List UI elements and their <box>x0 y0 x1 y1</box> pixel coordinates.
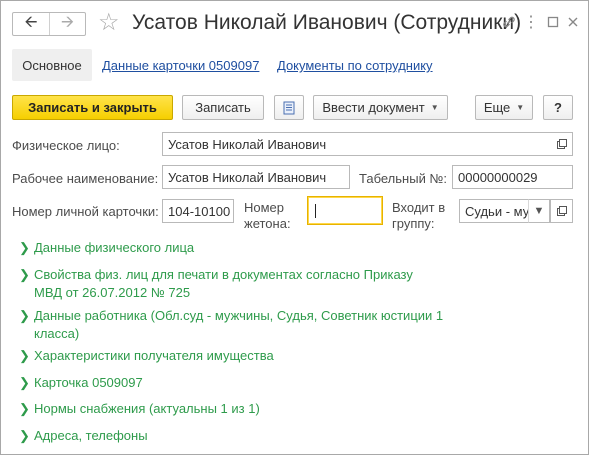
open-icon[interactable] <box>550 199 573 223</box>
window-title: Усатов Николай Иванович (Сотрудники) <box>132 11 522 34</box>
more-label: Еще <box>483 100 511 115</box>
group-label: Входит в группу: <box>392 200 446 231</box>
nav-buttons: 🡨 🡪 <box>12 12 86 36</box>
chevron-right-icon: ❯ <box>19 401 30 416</box>
more-button[interactable]: Еще ▼ <box>475 95 533 120</box>
group-recipient-characteristics[interactable]: ❯ Характеристики получателя имущества <box>19 347 274 365</box>
chevron-down-icon: ▼ <box>516 103 525 112</box>
group-label: Данные работника (Обл.суд - мужчины, Суд… <box>34 308 444 341</box>
enter-document-label: Ввести документ <box>322 100 425 115</box>
group-label: Адреса, телефоны <box>34 428 148 443</box>
close-icon[interactable] <box>563 12 583 32</box>
tab-card-data[interactable]: Данные карточки 0509097 <box>102 58 259 73</box>
tab-no-label: Табельный №: <box>359 171 447 186</box>
group-person-data[interactable]: ❯ Данные физического лица <box>19 239 194 257</box>
chevron-down-icon[interactable]: ▼ <box>528 199 550 223</box>
group-employee-data[interactable]: ❯ Данные работника (Обл.суд - мужчины, С… <box>19 307 444 343</box>
chevron-right-icon: ❯ <box>19 240 30 255</box>
employee-form-window: 🡨 🡪 ☆ Усатов Николай Иванович (Сотрудник… <box>0 0 589 455</box>
group-supply-norms[interactable]: ❯ Нормы снабжения (актуальны 1 из 1) <box>19 400 260 418</box>
work-name-field[interactable]: Усатов Николай Иванович <box>162 165 350 189</box>
enter-document-button[interactable]: Ввести документ ▼ <box>313 95 448 120</box>
tab-main[interactable]: Основное <box>12 49 92 81</box>
group-select[interactable]: Судьи - му <box>459 199 529 223</box>
group-label: Карточка 0509097 <box>34 375 143 390</box>
group-label: Свойства физ. лиц для печати в документа… <box>34 267 413 300</box>
token-field[interactable] <box>307 196 383 225</box>
group-print-properties[interactable]: ❯ Свойства физ. лиц для печати в докумен… <box>19 266 434 302</box>
group-addresses[interactable]: ❯ Адреса, телефоны <box>19 427 148 445</box>
more-vertical-icon[interactable]: ⋮ <box>521 12 541 32</box>
work-name-label: Рабочее наименование: <box>12 171 159 186</box>
chevron-right-icon: ❯ <box>19 308 30 323</box>
report-icon[interactable] <box>274 95 304 120</box>
link-icon[interactable] <box>499 12 519 32</box>
help-button[interactable]: ? <box>543 95 573 120</box>
maximize-icon[interactable] <box>543 12 563 32</box>
chevron-right-icon: ❯ <box>19 428 30 443</box>
group-card[interactable]: ❯ Карточка 0509097 <box>19 374 143 392</box>
tab-employee-documents[interactable]: Документы по сотруднику <box>277 58 433 73</box>
tab-no-field[interactable]: 00000000029 <box>452 165 573 189</box>
card-no-field[interactable]: 104-10100 <box>162 199 234 223</box>
arrow-left-icon[interactable]: 🡨 <box>13 13 49 35</box>
card-no-label: Номер личной карточки: <box>12 204 159 219</box>
person-label: Физическое лицо: <box>12 138 120 153</box>
star-icon[interactable]: ☆ <box>98 8 120 38</box>
group-label: Данные физического лица <box>34 240 195 255</box>
chevron-down-icon: ▼ <box>430 103 439 112</box>
group-label: Нормы снабжения (актуальны 1 из 1) <box>34 401 260 416</box>
text-cursor <box>315 203 316 218</box>
chevron-right-icon: ❯ <box>19 375 30 390</box>
save-button[interactable]: Записать <box>182 95 264 120</box>
chevron-right-icon: ❯ <box>19 348 30 363</box>
chevron-right-icon: ❯ <box>19 267 30 282</box>
group-label: Характеристики получателя имущества <box>34 348 274 363</box>
token-label: Номер жетона: <box>244 200 291 231</box>
save-and-close-button[interactable]: Записать и закрыть <box>12 95 173 120</box>
arrow-right-icon[interactable]: 🡪 <box>48 13 85 35</box>
person-field[interactable]: Усатов Николай Иванович <box>162 132 552 156</box>
open-icon[interactable] <box>551 132 573 156</box>
